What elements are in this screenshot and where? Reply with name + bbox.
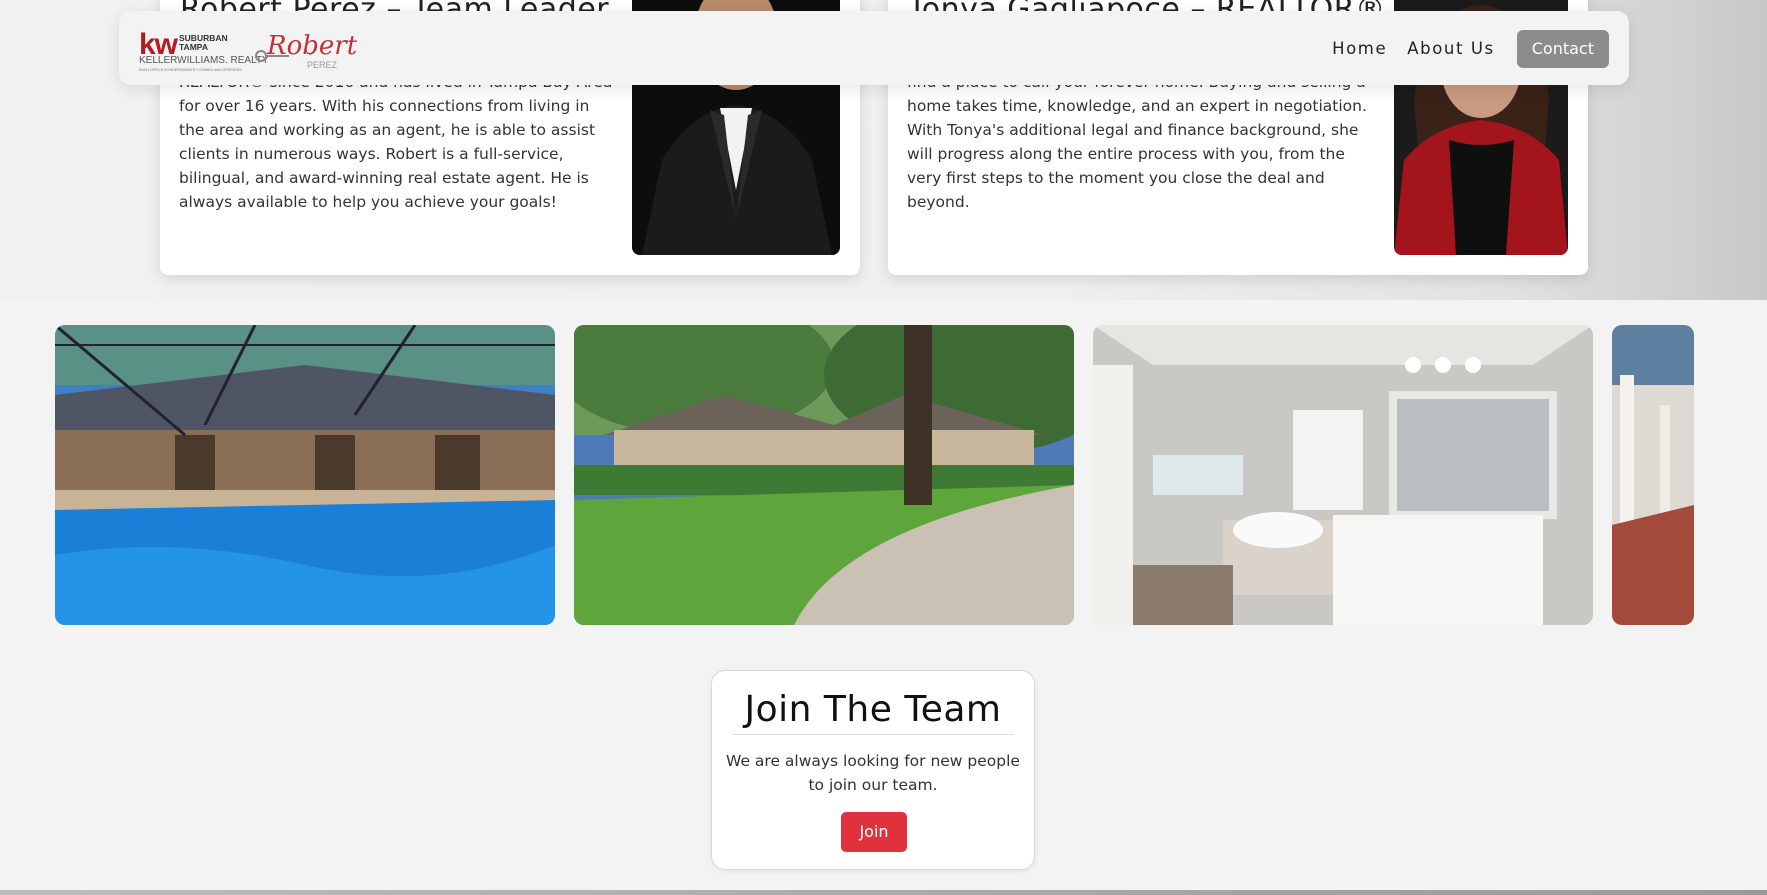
- horizontal-scrollbar[interactable]: [0, 890, 1767, 895]
- join-team-card: Join The Team We are always looking for …: [711, 670, 1035, 870]
- svg-text:Robert: Robert: [266, 31, 358, 61]
- join-team-title: Join The Team: [732, 689, 1014, 735]
- porch-photo: [1612, 325, 1694, 625]
- svg-text:TAMPA: TAMPA: [179, 42, 208, 52]
- team-member-bio: REALTOR® since 2016 and has lived in Tam…: [179, 73, 612, 211]
- svg-text:KELLERWILLIAMS. REALTY: KELLERWILLIAMS. REALTY: [139, 55, 269, 66]
- team-member-bio: find a place to call your forever home. …: [907, 73, 1367, 211]
- photo-gallery: [0, 325, 1767, 625]
- svg-text:PEREZ: PEREZ: [307, 60, 338, 70]
- pool-photo: [55, 325, 555, 625]
- navbar: kw SUBURBAN TAMPA KELLERWILLIAMS. REALTY…: [119, 11, 1629, 85]
- svg-text:EACH OFFICE IS INDEPENDENTLY O: EACH OFFICE IS INDEPENDENTLY OWNED AND O…: [139, 68, 242, 72]
- house-exterior-photo: [574, 325, 1074, 625]
- nav-home-link[interactable]: Home: [1322, 30, 1397, 68]
- bathroom-photo: [1093, 325, 1593, 625]
- join-team-text: We are always looking for new people to …: [726, 752, 1020, 794]
- join-button[interactable]: Join: [841, 812, 907, 852]
- contact-button[interactable]: Contact: [1516, 30, 1609, 68]
- kw-robert-perez-logo[interactable]: kw SUBURBAN TAMPA KELLERWILLIAMS. REALTY…: [139, 26, 359, 74]
- nav-about-link[interactable]: About Us: [1397, 30, 1505, 68]
- nav-links: Home About Us Contact: [1322, 30, 1609, 68]
